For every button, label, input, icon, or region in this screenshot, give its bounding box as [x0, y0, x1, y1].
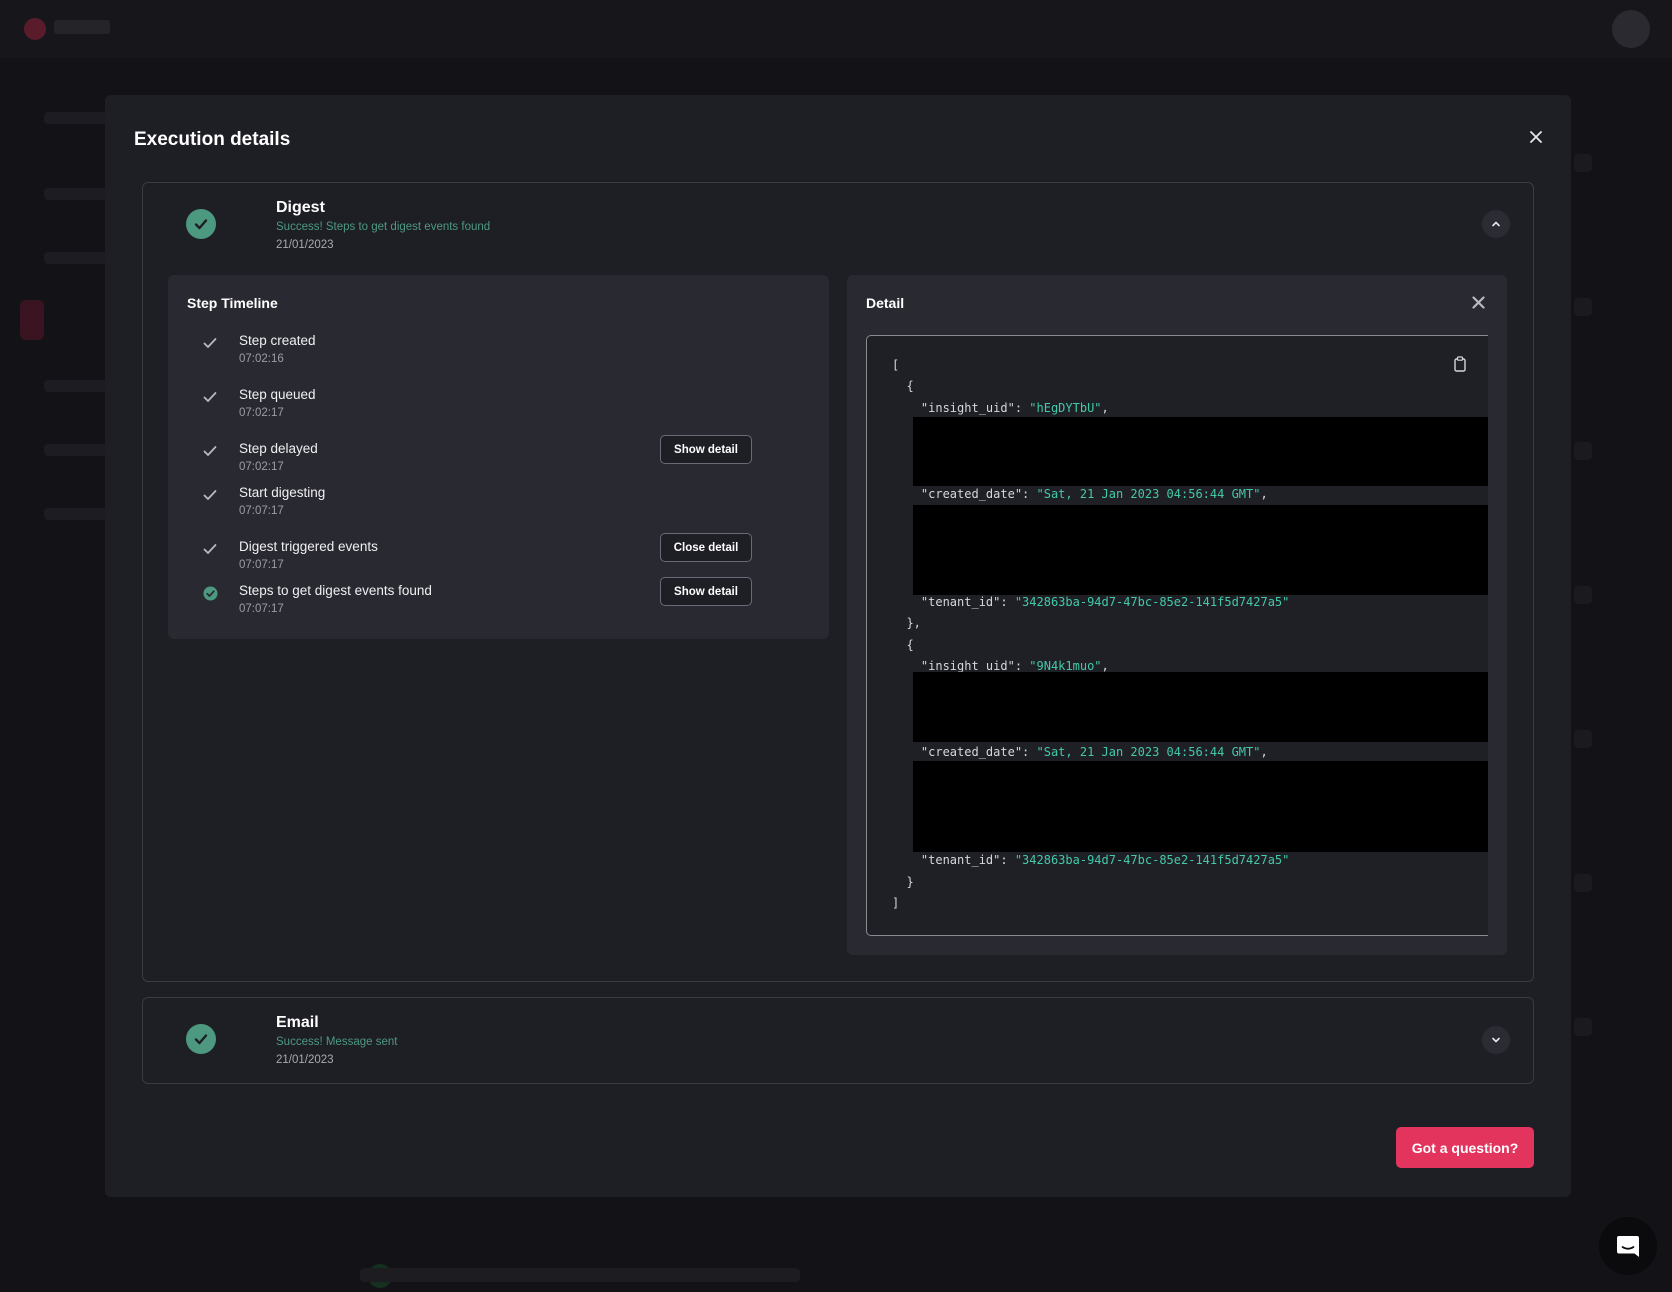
redacted-block [913, 672, 1488, 742]
json-value: "342863ba-94d7-47bc-85e2-141f5d7427a5" [1014, 595, 1290, 609]
step-date: 21/01/2023 [276, 1054, 334, 1066]
chat-launcher-icon[interactable] [1599, 1217, 1657, 1275]
json-separator: : [1022, 487, 1037, 501]
code-line: "tenant_id": "342863ba-94d7-47bc-85e2-14… [892, 853, 1289, 871]
json-value: "hEgDYTbU" [1029, 401, 1102, 415]
code-line: { [892, 638, 914, 652]
json-separator: : [1014, 659, 1030, 673]
timeline-item: Step queued 07:02:17 [168, 387, 829, 427]
detail-title: Detail [866, 295, 905, 311]
json-key: "tenant_id" [892, 595, 1001, 609]
background-row-icon [1574, 298, 1592, 316]
background-logo-text [54, 20, 110, 34]
json-key: "created_date" [892, 745, 1023, 759]
check-icon [202, 335, 218, 351]
step-date: 21/01/2023 [276, 239, 334, 251]
chevron-up-icon[interactable] [1482, 210, 1510, 238]
timeline-item-label: Step created [239, 333, 316, 348]
step-card-email[interactable]: Email Success! Message sent 21/01/2023 [142, 997, 1534, 1084]
background-logo [24, 18, 46, 40]
json-value: "Sat, 21 Jan 2023 04:56:44 GMT" [1036, 745, 1261, 759]
background-avatar [1612, 10, 1650, 48]
background-bottom-row [360, 1268, 800, 1282]
json-value: "9N4k1muo" [1029, 659, 1102, 673]
step-status-text: Success! Steps to get digest events foun… [276, 221, 491, 233]
timeline-item-time: 07:07:17 [239, 603, 284, 615]
code-line: [ [892, 358, 900, 372]
close-icon[interactable] [1526, 127, 1546, 147]
redacted-block [913, 505, 1488, 595]
redacted-block [913, 417, 1488, 486]
json-separator: : [1000, 595, 1015, 609]
execution-details-modal: Execution details Digest Success! Steps … [105, 95, 1571, 1197]
timeline-item-label: Step delayed [239, 441, 318, 456]
step-card-digest: Digest Success! Steps to get digest even… [142, 182, 1534, 982]
code-line: }, [892, 616, 921, 630]
step-timeline-panel: Step Timeline Step created 07:02:16 Step… [168, 275, 829, 639]
timeline-item: Step created 07:02:16 [168, 333, 829, 373]
redacted-block [913, 761, 1488, 852]
step-status-text: Success! Message sent [276, 1036, 398, 1048]
json-key: "tenant_id" [892, 853, 1001, 867]
background-row-icon [1574, 586, 1592, 604]
show-detail-button[interactable]: Show detail [660, 435, 752, 464]
json-separator: : [1000, 853, 1015, 867]
background-row-icon [1574, 154, 1592, 172]
json-key: "created_date" [892, 487, 1023, 501]
background-row-icon [1574, 1018, 1592, 1036]
json-key: "insight_uid" [892, 659, 1015, 673]
got-a-question-button[interactable]: Got a question? [1396, 1127, 1534, 1168]
copy-icon[interactable] [1453, 356, 1467, 372]
timeline-item-label: Step queued [239, 387, 316, 402]
success-check-icon [186, 1024, 216, 1054]
json-code-block: [ { "insight_uid": "hEgDYTbU", "created_… [866, 335, 1488, 936]
close-detail-button[interactable]: Close detail [660, 533, 752, 562]
timeline-item-time: 07:07:17 [239, 505, 284, 517]
json-value: "Sat, 21 Jan 2023 04:56:44 GMT" [1036, 487, 1261, 501]
background-row-icon [1574, 730, 1592, 748]
check-icon [202, 487, 218, 503]
check-circle-icon [202, 585, 218, 601]
code-line: ] [892, 896, 900, 910]
code-line: "tenant_id": "342863ba-94d7-47bc-85e2-14… [892, 595, 1289, 613]
json-comma: , [1260, 487, 1268, 501]
show-detail-button[interactable]: Show detail [660, 577, 752, 606]
background-row-icon [1574, 874, 1592, 892]
detail-panel: Detail [ { "insight_uid": "hEgDYTbU", "c… [847, 275, 1507, 955]
json-comma: , [1101, 659, 1109, 673]
close-icon[interactable] [1469, 293, 1487, 311]
background-row-icon [1574, 442, 1592, 460]
timeline-item-label: Start digesting [239, 485, 326, 500]
chevron-down-icon[interactable] [1482, 1026, 1510, 1054]
success-check-icon [186, 209, 216, 239]
step-name: Email [276, 1014, 319, 1031]
timeline-item-label: Steps to get digest events found [239, 583, 432, 598]
code-line: { [892, 379, 914, 393]
json-separator: : [1014, 401, 1030, 415]
timeline-item: Steps to get digest events found 07:07:1… [168, 577, 829, 623]
json-comma: , [1101, 401, 1109, 415]
timeline-item: Start digesting 07:07:17 [168, 485, 829, 525]
json-key: "insight_uid" [892, 401, 1015, 415]
timeline-item-time: 07:02:17 [239, 461, 284, 473]
check-icon [202, 389, 218, 405]
timeline-item: Digest triggered events 07:07:17 Close d… [168, 533, 829, 579]
json-comma: , [1260, 745, 1268, 759]
check-icon [202, 541, 218, 557]
timeline-title: Step Timeline [187, 295, 278, 311]
json-value: "342863ba-94d7-47bc-85e2-141f5d7427a5" [1014, 853, 1290, 867]
step-name: Digest [276, 199, 325, 216]
timeline-item-label: Digest triggered events [239, 539, 378, 554]
background-sidebar-active [20, 300, 44, 340]
modal-title: Execution details [134, 129, 291, 150]
timeline-item-time: 07:07:17 [239, 559, 284, 571]
code-line: } [892, 875, 914, 889]
timeline-item: Step delayed 07:02:17 Show detail [168, 435, 829, 481]
background-topbar [0, 0, 1672, 58]
json-separator: : [1022, 745, 1037, 759]
code-line: "created_date": "Sat, 21 Jan 2023 04:56:… [892, 487, 1268, 505]
timeline-item-time: 07:02:16 [239, 353, 284, 365]
timeline-item-time: 07:02:17 [239, 407, 284, 419]
check-icon [202, 443, 218, 459]
